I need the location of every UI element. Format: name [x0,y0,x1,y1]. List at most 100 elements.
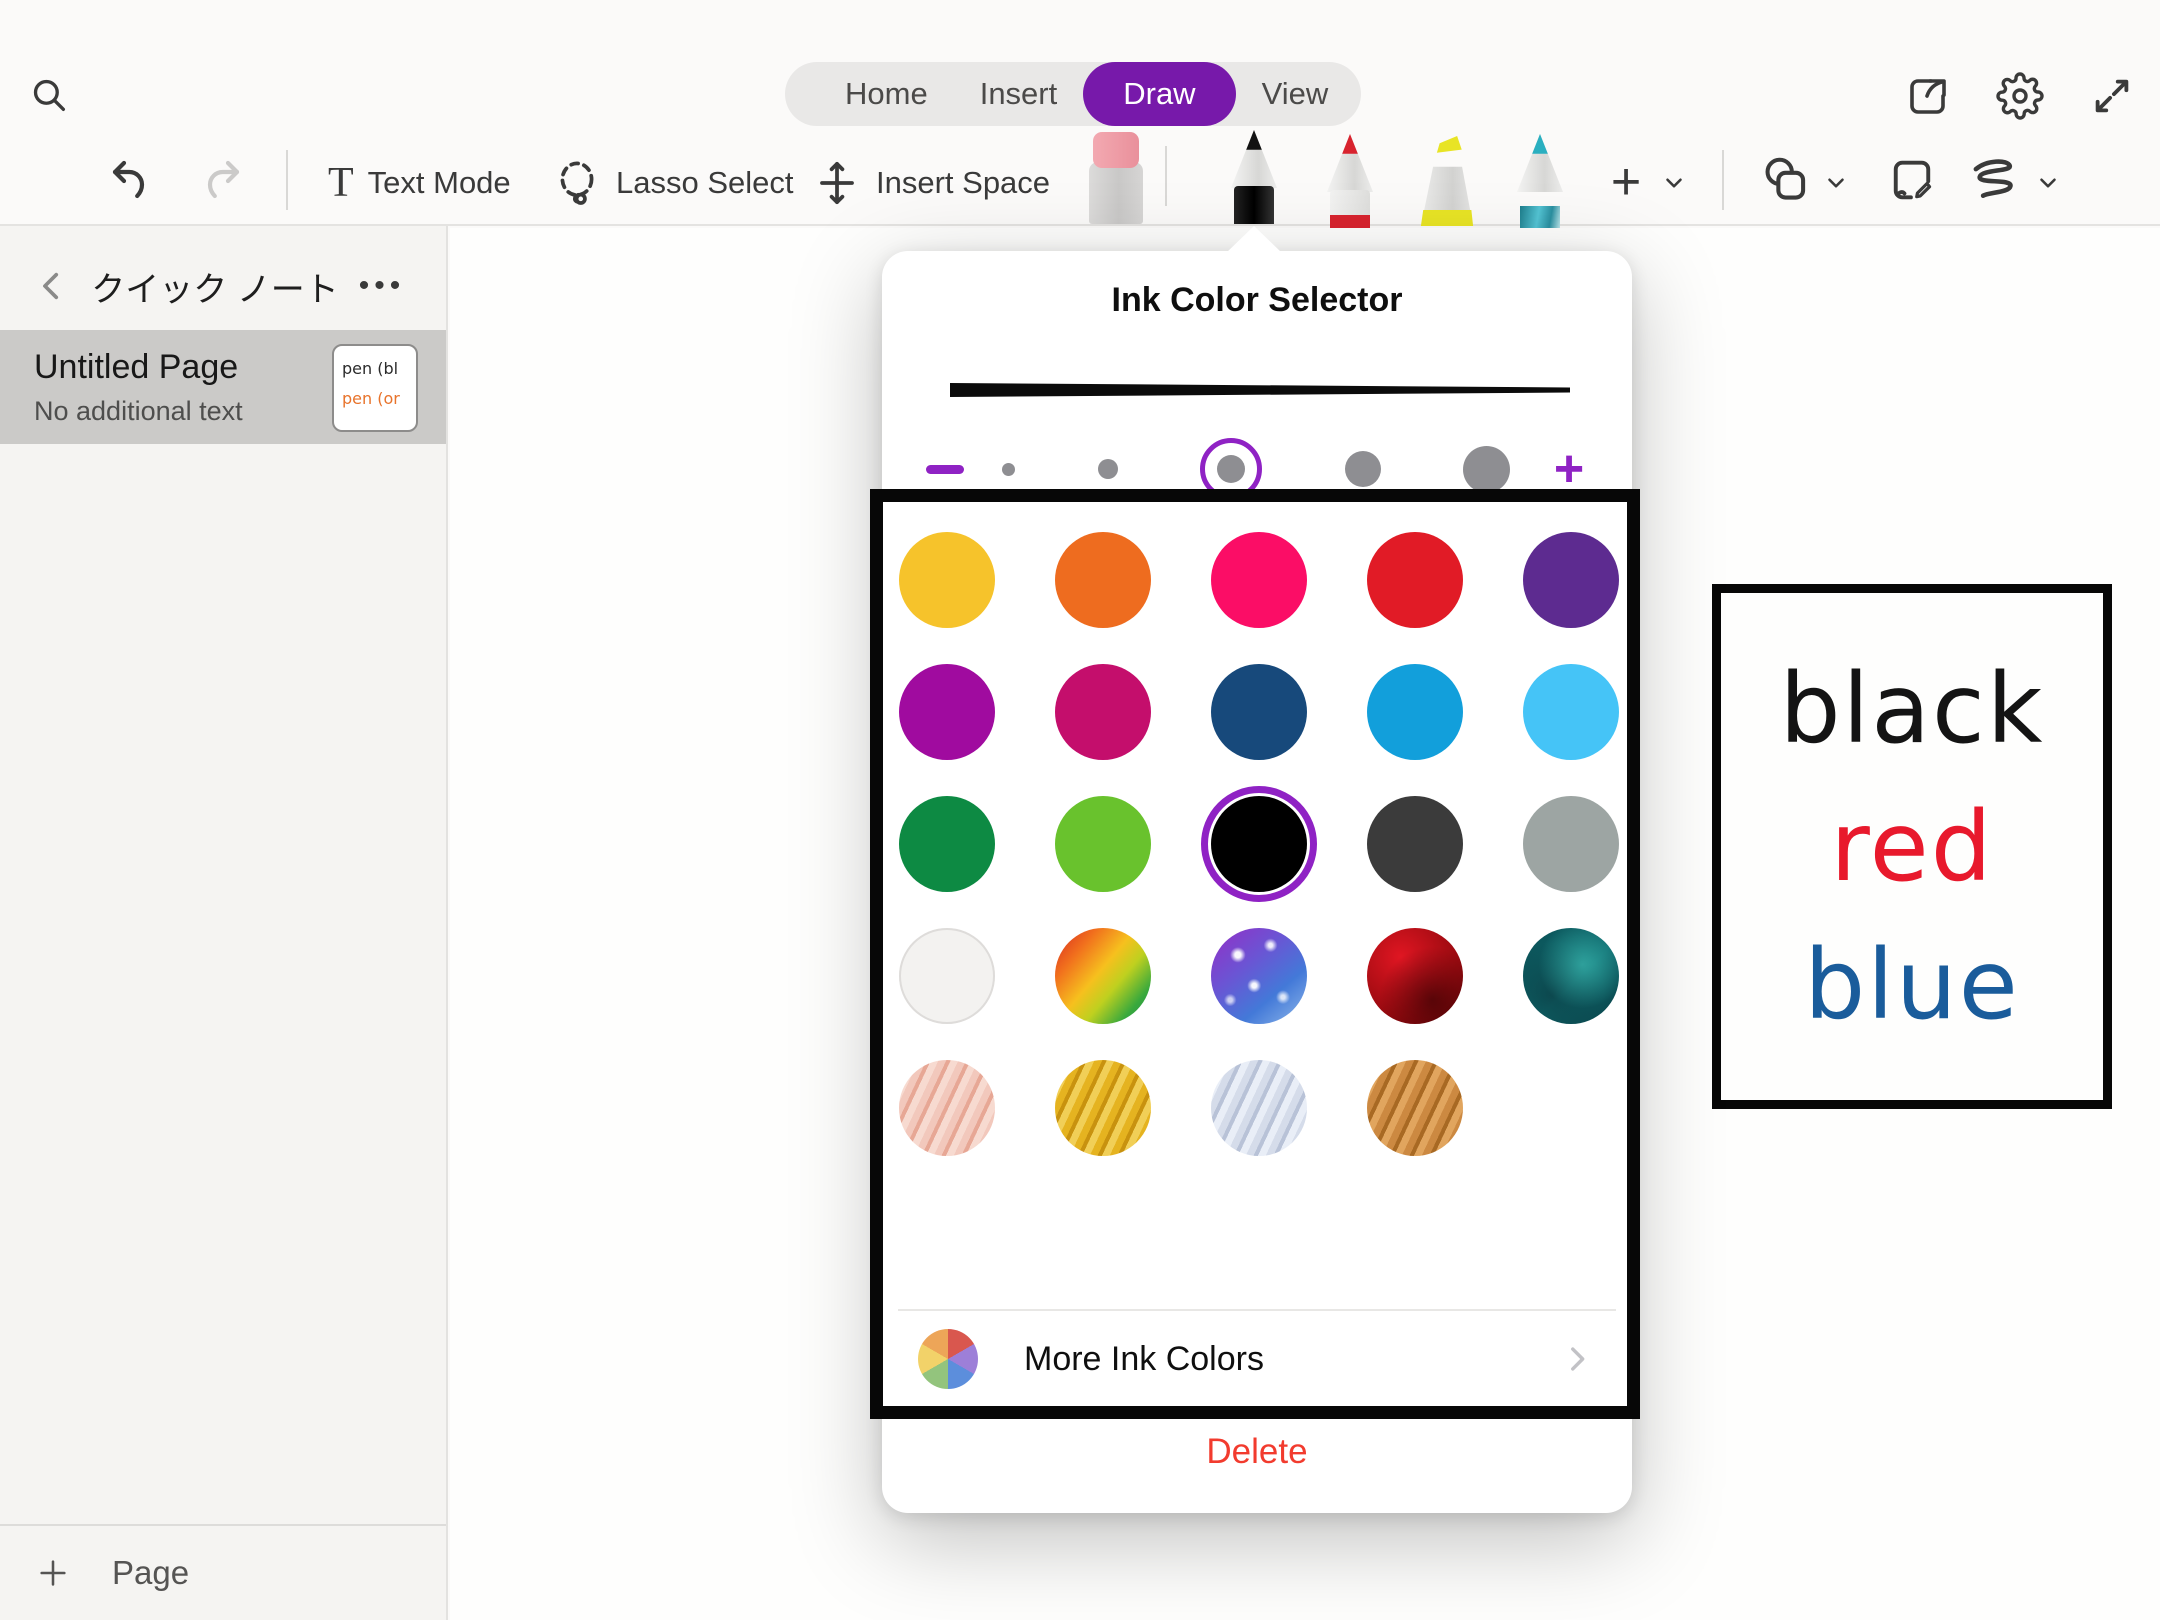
page-sidebar: クイック ノート ••• Untitled Page No additional… [0,226,448,1620]
ribbon-tab-bar: Home Insert Draw View [785,62,1361,126]
ink-annotation-button[interactable] [1882,150,1942,210]
lasso-select-label: Lasso Select [616,165,794,201]
raspberry-swatch-dot [1055,664,1151,760]
increase-size-button[interactable]: + [1544,443,1594,495]
page-thumbnail: pen (bl pen (or [332,344,418,432]
settings-button[interactable] [1994,70,2046,122]
swatch-sky-blue[interactable] [1493,646,1649,778]
swatch-dark-gray[interactable] [1337,778,1493,910]
color-wheel-icon [918,1329,978,1389]
lasso-select-button[interactable]: Lasso Select [552,152,794,214]
thumbnail-line-1: pen (bl [342,354,416,384]
insert-space-icon [812,158,862,208]
orange-swatch-dot [1055,532,1151,628]
swatch-hot-pink[interactable] [1181,514,1337,646]
decrease-size-button[interactable] [922,446,968,492]
ink-replay-button[interactable] [1962,150,2026,210]
fullscreen-expand-icon [2089,73,2135,119]
undo-icon [105,156,153,204]
section-menu-button[interactable]: ••• [352,264,412,308]
size-dot-3[interactable] [1217,455,1245,483]
redo-button[interactable] [196,150,250,210]
share-icon [1904,72,1952,120]
gray-swatch-dot [1523,796,1619,892]
ink-replay-icon [1965,151,2023,209]
pencil-teal-tool[interactable] [1505,134,1575,228]
swatch-rainbow-glitter[interactable] [1025,910,1181,1042]
share-button[interactable] [1902,70,1954,122]
swatch-ocean[interactable] [1493,910,1649,1042]
pen-red-tool[interactable] [1315,134,1385,228]
fullscreen-button[interactable] [2086,70,2138,122]
handwritten-word-red: red [1830,791,1993,903]
chevron-left-icon [35,269,69,303]
add-pen-chevron[interactable] [1656,168,1692,198]
swatch-rose-gold[interactable] [869,1042,1025,1174]
swatch-navy-blue[interactable] [1181,646,1337,778]
ink-replay-chevron[interactable] [2030,168,2066,198]
chevron-down-icon [1661,170,1687,196]
tab-draw[interactable]: Draw [1083,62,1235,126]
delete-label: Delete [1206,1432,1307,1472]
swatch-silver[interactable] [1181,1042,1337,1174]
more-ink-colors-label: More Ink Colors [1024,1340,1264,1379]
top-chrome: Home Insert Draw View T Text Mode [0,0,2160,226]
hot-pink-swatch-dot [1211,532,1307,628]
tab-insert[interactable]: Insert [954,64,1084,124]
swatch-purple[interactable] [1493,514,1649,646]
swatch-galaxy[interactable] [1181,910,1337,1042]
tab-home[interactable]: Home [819,64,954,124]
search-button[interactable] [26,72,72,118]
swatch-raspberry[interactable] [1025,646,1181,778]
swatch-green[interactable] [869,778,1025,910]
chevron-down-icon [1823,170,1849,196]
stroke-preview [950,383,1570,397]
tab-view[interactable]: View [1236,64,1355,124]
silver-swatch-dot [1211,1060,1307,1156]
rainbow-glitter-swatch-dot [1055,928,1151,1024]
more-ink-colors-button[interactable]: More Ink Colors [882,1321,1632,1397]
swatch-gold[interactable] [1025,1042,1181,1174]
green-swatch-dot [899,796,995,892]
page-subtitle: No additional text [34,396,243,427]
text-mode-button[interactable]: T Text Mode [328,152,511,214]
eraser-tool[interactable] [1081,130,1151,224]
size-dot-5[interactable] [1463,446,1510,493]
page-list-item[interactable]: Untitled Page No additional text pen (bl… [0,330,446,444]
swatch-azure[interactable] [1337,646,1493,778]
size-dot-4[interactable] [1345,451,1381,487]
swatch-black[interactable] [1181,778,1337,910]
swatch-orange[interactable] [1025,514,1181,646]
swatch-magenta[interactable] [869,646,1025,778]
magenta-swatch-dot [899,664,995,760]
galaxy-swatch-dot [1211,928,1307,1024]
undo-button[interactable] [102,150,156,210]
shapes-chevron[interactable] [1818,168,1854,198]
selected-size-ring[interactable] [1200,438,1262,500]
delete-pen-button[interactable]: Delete [882,1419,1632,1485]
swatch-lime-green[interactable] [1025,778,1181,910]
text-mode-label: Text Mode [368,165,511,201]
purple-swatch-dot [1523,532,1619,628]
swatch-red[interactable] [1337,514,1493,646]
pen-black-tool[interactable] [1219,130,1289,224]
size-dot-1[interactable] [1002,463,1015,476]
add-pen-button[interactable]: + [1600,154,1652,210]
insert-space-label: Insert Space [876,165,1050,201]
swatch-gray[interactable] [1493,778,1649,910]
swatch-marigold[interactable] [869,514,1025,646]
swatch-white[interactable] [869,910,1025,1042]
highlighter-yellow-tool[interactable] [1412,132,1482,226]
dark-gray-swatch-dot [1367,796,1463,892]
insert-space-button[interactable]: Insert Space [812,152,1050,214]
swatch-ruby[interactable] [1337,910,1493,1042]
rose-gold-swatch-dot [899,1060,995,1156]
add-page-button[interactable]: Page [0,1524,446,1620]
minus-icon [926,465,964,474]
azure-swatch-dot [1367,664,1463,760]
swatch-bronze[interactable] [1337,1042,1493,1174]
size-dot-2[interactable] [1098,459,1118,479]
shapes-button[interactable] [1756,150,1816,210]
back-button[interactable] [30,264,74,308]
plus-icon: + [1611,152,1641,212]
